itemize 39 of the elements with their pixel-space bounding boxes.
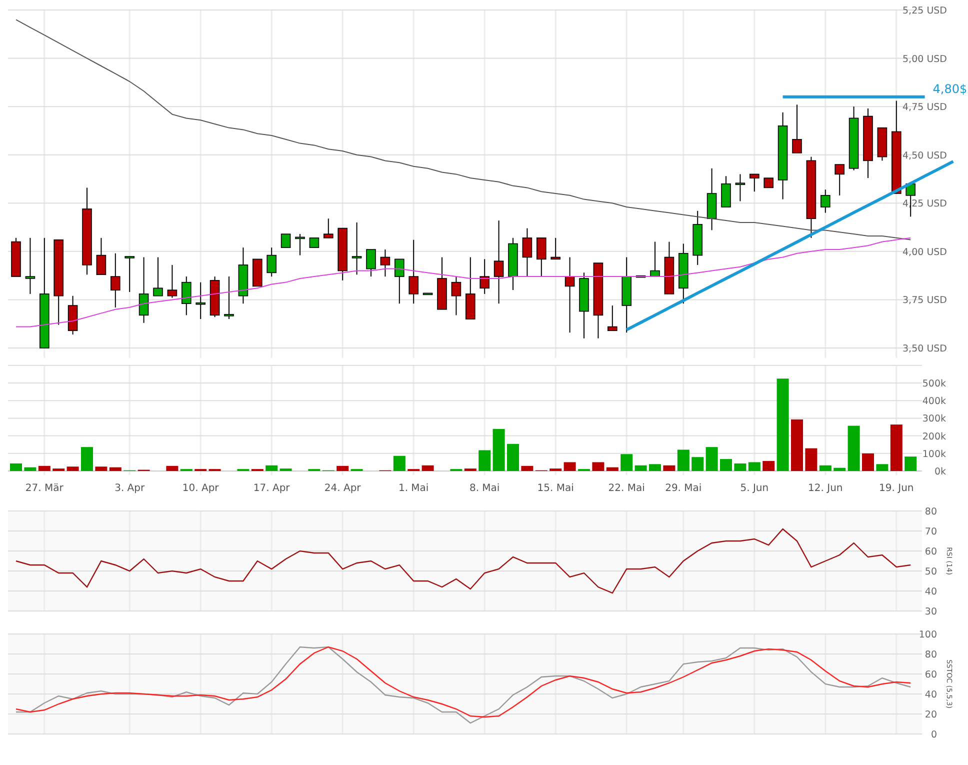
date-label: 5. Jun bbox=[740, 483, 769, 494]
date-label: 3. Apr bbox=[114, 483, 145, 494]
axis-label: 60 bbox=[924, 670, 937, 680]
date-label: 10. Apr bbox=[182, 483, 219, 494]
axis-label: 4,00 USD bbox=[902, 246, 947, 258]
axis-label: 100 bbox=[918, 630, 937, 640]
date-label: 17. Apr bbox=[253, 483, 290, 494]
axis-label: 40 bbox=[924, 690, 937, 700]
date-label: 8. Mai bbox=[469, 483, 500, 494]
date-label: 15. Mai bbox=[537, 483, 574, 494]
price-label: 4,80$ bbox=[932, 82, 968, 96]
axis-label: 100k bbox=[922, 448, 946, 460]
axis-label: 300k bbox=[922, 414, 946, 425]
axis-label: 20 bbox=[924, 710, 937, 720]
axis-label: 30 bbox=[924, 606, 937, 618]
axis-label: 80 bbox=[924, 506, 937, 518]
axis-label: 70 bbox=[924, 526, 937, 538]
axis-label: 60 bbox=[924, 546, 937, 558]
axis-label: 5,25 USD bbox=[902, 6, 947, 16]
axis-label: 4,75 USD bbox=[902, 102, 947, 114]
axis-label: 4,50 USD bbox=[902, 150, 947, 162]
axis-label: 5,00 USD bbox=[902, 54, 947, 65]
axis-label: 500k bbox=[922, 378, 946, 390]
axis-label: 50 bbox=[924, 566, 937, 578]
axis-label: 200k bbox=[922, 431, 946, 442]
date-label: 12. Jun bbox=[808, 483, 843, 494]
axis-label: 80 bbox=[924, 650, 937, 660]
date-label: 29. Mai bbox=[665, 483, 702, 494]
axis-label: 40 bbox=[924, 586, 937, 598]
date-label: 22. Mai bbox=[608, 483, 645, 494]
axis-label: 3,75 USD bbox=[902, 295, 947, 306]
axis-label: 400k bbox=[922, 396, 946, 408]
date-label: 24. Apr bbox=[324, 483, 361, 494]
date-label: 27. Mär bbox=[25, 483, 64, 494]
date-label: 19. Jun bbox=[879, 483, 914, 494]
date-label: 1. Mai bbox=[398, 483, 429, 494]
axis-label: 0 bbox=[930, 730, 937, 740]
axis-label: 3,50 USD bbox=[902, 344, 947, 354]
axis-label: 0k bbox=[934, 466, 946, 478]
